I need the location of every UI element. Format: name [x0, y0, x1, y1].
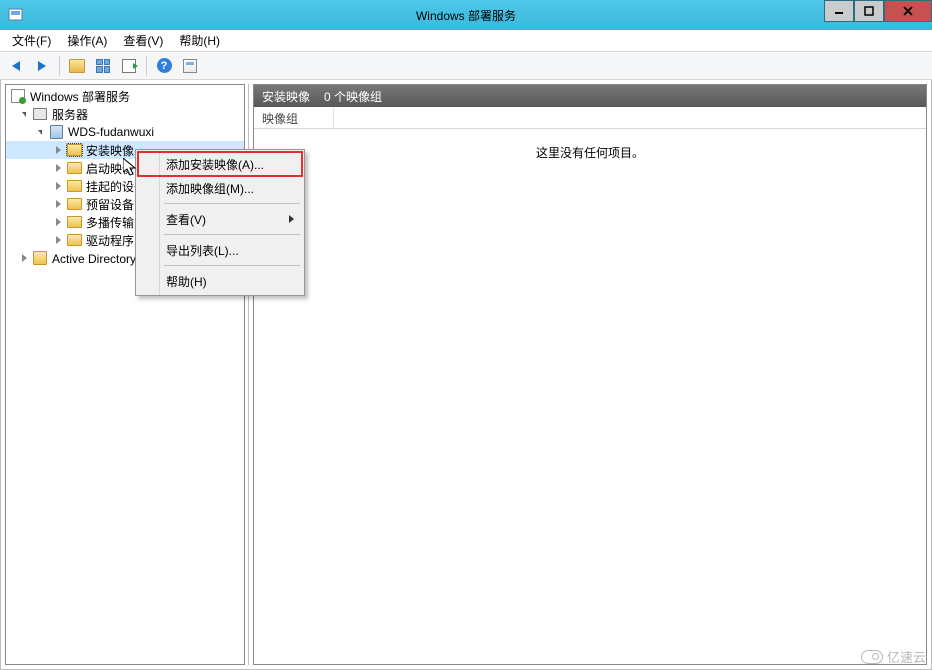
expander-open-icon[interactable]: [18, 108, 30, 120]
back-button[interactable]: [4, 54, 28, 78]
expander-closed-icon[interactable]: [52, 234, 64, 246]
window-title: Windows 部署服务: [0, 7, 932, 24]
expander-closed-icon[interactable]: [52, 198, 64, 210]
tree-install-images-label: 安装映像: [86, 142, 134, 159]
context-menu-separator: [164, 265, 300, 266]
properties-icon: [183, 59, 197, 73]
ctx-add-image-group[interactable]: 添加映像组(M)...: [138, 176, 302, 200]
properties-button[interactable]: [178, 54, 202, 78]
toolbar: ?: [0, 52, 932, 80]
empty-list-message: 这里没有任何项目。: [254, 144, 926, 161]
column-header-image-group[interactable]: 映像组: [254, 107, 334, 128]
server-icon: [48, 124, 64, 140]
tree-root[interactable]: Windows 部署服务: [6, 87, 244, 105]
server-group-icon: [32, 106, 48, 122]
close-button[interactable]: [884, 0, 932, 22]
ctx-add-install-image-label: 添加安装映像(A)...: [166, 156, 264, 173]
list-column-headers: 映像组: [254, 107, 926, 129]
expander-open-icon[interactable]: [34, 126, 46, 138]
expander-closed-icon[interactable]: [52, 162, 64, 174]
grid-icon: [96, 59, 110, 73]
tree-multicast-label: 多播传输: [86, 214, 134, 231]
folder-icon: [66, 196, 82, 212]
menu-help[interactable]: 帮助(H): [171, 30, 228, 51]
arrow-right-icon: [38, 61, 46, 71]
context-menu-separator: [164, 203, 300, 204]
folder-icon: [66, 160, 82, 176]
folder-icon: [66, 232, 82, 248]
ctx-help[interactable]: 帮助(H): [138, 269, 302, 293]
window-controls: [824, 0, 932, 22]
submenu-arrow-icon: [289, 215, 294, 223]
minimize-button[interactable]: [824, 0, 854, 22]
toolbar-separator: [146, 56, 147, 76]
menu-action[interactable]: 操作(A): [59, 30, 115, 51]
list-header-title: 安装映像: [262, 88, 310, 105]
ctx-view-label: 查看(V): [166, 211, 206, 228]
tree-servers-group[interactable]: 服务器: [6, 105, 244, 123]
show-hide-tree-button[interactable]: [91, 54, 115, 78]
expander-closed-icon[interactable]: [18, 252, 30, 264]
menu-file[interactable]: 文件(F): [4, 30, 59, 51]
maximize-button[interactable]: [854, 0, 884, 22]
help-icon: ?: [157, 58, 172, 73]
folder-icon: [66, 142, 82, 158]
folder-up-icon: [69, 59, 85, 73]
ctx-help-label: 帮助(H): [166, 273, 207, 290]
export-icon: [122, 59, 136, 73]
list-pane: 安装映像 0 个映像组 映像组 这里没有任何项目。: [253, 84, 927, 665]
export-list-button[interactable]: [117, 54, 141, 78]
arrow-left-icon: [12, 61, 20, 71]
list-header-count: 0 个映像组: [324, 88, 382, 105]
tree-server-label: WDS-fudanwuxi: [68, 125, 154, 139]
ctx-add-install-image[interactable]: 添加安装映像(A)...: [138, 152, 302, 176]
up-level-button[interactable]: [65, 54, 89, 78]
expander-closed-icon[interactable]: [52, 144, 64, 156]
tree-prestaged-devices-label: 预留设备: [86, 196, 134, 213]
context-menu: 添加安装映像(A)... 添加映像组(M)... 查看(V) 导出列表(L)..…: [135, 149, 305, 296]
expander-closed-icon[interactable]: [52, 180, 64, 192]
ctx-export-list-label: 导出列表(L)...: [166, 242, 239, 259]
wds-root-icon: [10, 88, 26, 104]
menu-view[interactable]: 查看(V): [115, 30, 171, 51]
menubar: 文件(F) 操作(A) 查看(V) 帮助(H): [0, 30, 932, 52]
folder-icon: [66, 214, 82, 230]
tree-server[interactable]: WDS-fudanwuxi: [6, 123, 244, 141]
tree-boot-images-label: 启动映像: [86, 160, 134, 177]
toolbar-separator: [59, 56, 60, 76]
app-icon: [8, 7, 24, 23]
ad-icon: [32, 250, 48, 266]
tree-servers-label: 服务器: [52, 106, 88, 123]
ctx-add-image-group-label: 添加映像组(M)...: [166, 180, 254, 197]
expander-closed-icon[interactable]: [52, 216, 64, 228]
tree-drivers-label: 驱动程序: [86, 232, 134, 249]
ctx-view[interactable]: 查看(V): [138, 207, 302, 231]
help-button[interactable]: ?: [152, 54, 176, 78]
context-menu-separator: [164, 234, 300, 235]
tree-root-label: Windows 部署服务: [30, 88, 130, 105]
ctx-export-list[interactable]: 导出列表(L)...: [138, 238, 302, 262]
folder-icon: [66, 178, 82, 194]
list-header: 安装映像 0 个映像组: [254, 85, 926, 107]
forward-button[interactable]: [30, 54, 54, 78]
window-titlebar: Windows 部署服务: [0, 0, 932, 30]
